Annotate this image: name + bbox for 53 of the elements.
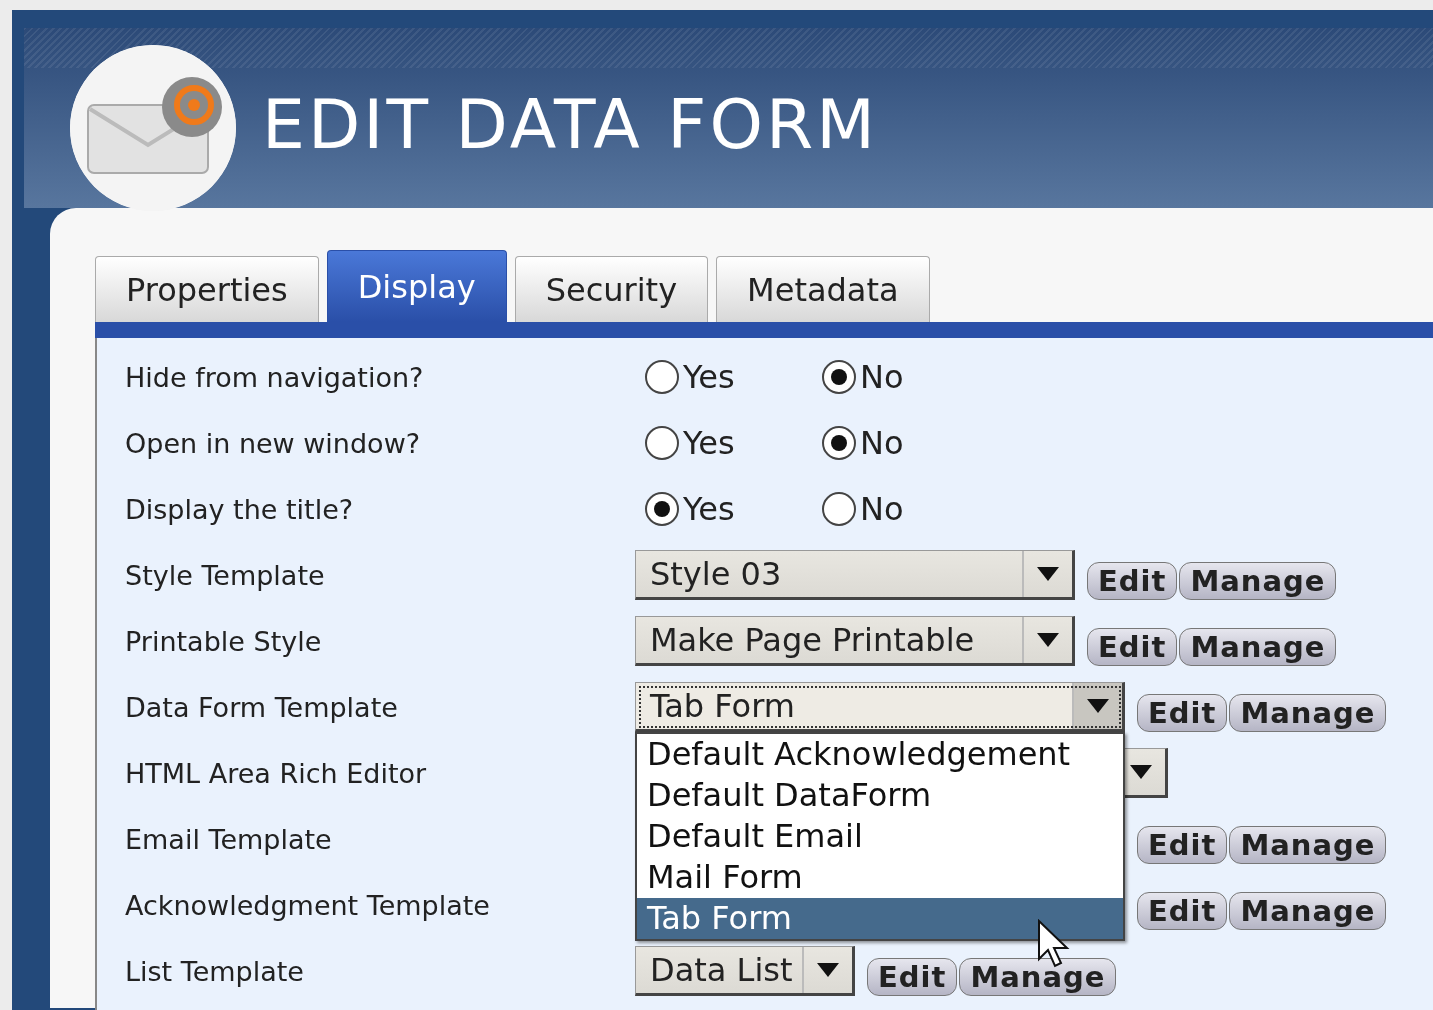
radio-button[interactable] <box>645 426 679 460</box>
dropdown-arrow-icon <box>817 963 839 977</box>
dropdown-option[interactable]: Mail Form <box>637 857 1123 898</box>
radio-option[interactable]: Yes <box>645 358 800 396</box>
radio-button[interactable] <box>822 492 856 526</box>
template-button[interactable]: Manage <box>1179 628 1337 666</box>
tab[interactable]: Properties <box>95 256 319 322</box>
dropdown-option[interactable]: Tab Form <box>637 898 1123 939</box>
dropdown-option[interactable]: Default DataForm <box>637 775 1123 816</box>
tab[interactable]: Security <box>514 256 709 322</box>
field-label: List Template <box>125 955 305 987</box>
dropdown-option[interactable]: Default Email <box>637 816 1123 857</box>
dropdown[interactable]: Tab Form <box>635 682 1125 732</box>
radio-button[interactable] <box>822 360 856 394</box>
dropdown-arrow-icon <box>1087 699 1109 713</box>
template-button[interactable]: Manage <box>1229 892 1387 930</box>
field-label: Acknowledgment Template <box>125 889 491 921</box>
field-label: Display the title? <box>125 493 355 525</box>
radio-option[interactable]: No <box>822 358 977 396</box>
tab[interactable]: Metadata <box>716 256 930 322</box>
radio-button[interactable] <box>645 492 679 526</box>
template-button[interactable]: Edit <box>1087 628 1178 666</box>
radio-button[interactable] <box>822 426 856 460</box>
field-label: Hide from navigation? <box>125 361 425 393</box>
template-button[interactable]: Manage <box>1229 694 1387 732</box>
template-button[interactable]: Edit <box>1137 694 1228 732</box>
dropdown[interactable]: Make Page Printable <box>635 616 1075 666</box>
dropdown[interactable]: Data List <box>635 946 855 996</box>
field-label: Email Template <box>125 823 333 855</box>
template-button[interactable]: Manage <box>959 958 1117 996</box>
dropdown-arrow-icon <box>1037 633 1059 647</box>
template-button[interactable]: Edit <box>1137 892 1228 930</box>
dropdown[interactable]: Style 03 <box>635 550 1075 600</box>
field-label: Open in new window? <box>125 427 422 459</box>
radio-option[interactable]: No <box>822 424 977 462</box>
dropdown-arrow-icon <box>1130 765 1152 779</box>
field-label: Style Template <box>125 559 326 591</box>
tab[interactable]: Display <box>326 250 507 322</box>
field-label: HTML Area Rich Editor <box>125 757 428 789</box>
radio-button[interactable] <box>645 360 679 394</box>
field-label: Printable Style <box>125 625 323 657</box>
template-button[interactable]: Edit <box>1087 562 1178 600</box>
page-title: EDIT DATA FORM <box>262 84 878 164</box>
radio-option[interactable]: Yes <box>645 490 800 528</box>
dropdown-arrow-icon <box>1037 567 1059 581</box>
field-label: Data Form Template <box>125 691 399 723</box>
radio-option[interactable]: No <box>822 490 977 528</box>
template-button[interactable]: Edit <box>867 958 958 996</box>
template-button[interactable]: Manage <box>1179 562 1337 600</box>
template-button[interactable]: Manage <box>1229 826 1387 864</box>
template-button[interactable]: Edit <box>1137 826 1228 864</box>
radio-option[interactable]: Yes <box>645 424 800 462</box>
dropdown-option[interactable]: Default Acknowledgement <box>637 734 1123 775</box>
